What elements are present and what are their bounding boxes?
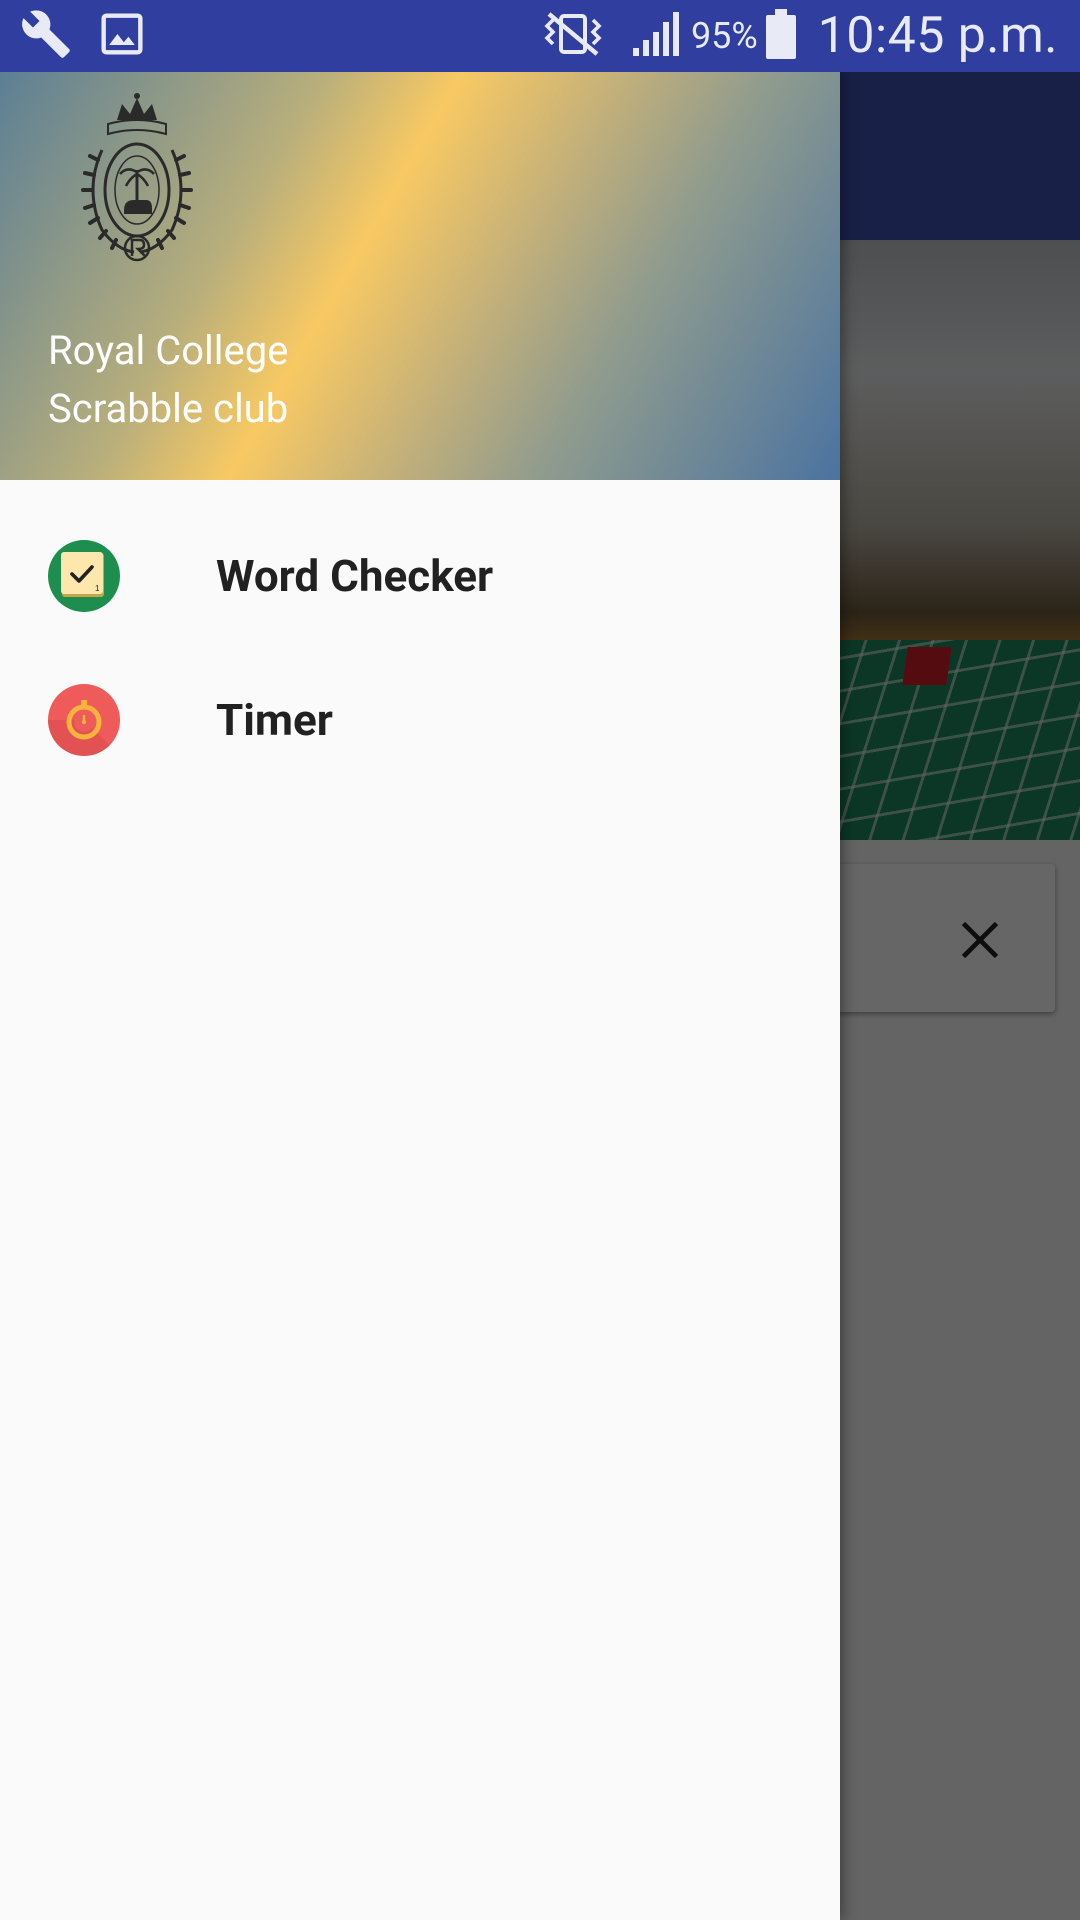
menu-item-label: Word Checker xyxy=(216,550,494,602)
wrench-icon xyxy=(20,8,72,64)
header-title-line2: Scrabble club xyxy=(48,385,289,432)
word-check-tile-icon: 1 xyxy=(48,540,120,612)
battery-icon xyxy=(765,9,796,63)
status-bar-system: 95% 10:45 p.m. xyxy=(537,0,1058,72)
royal-college-crest-logo xyxy=(72,90,202,270)
menu-item-timer[interactable]: Timer xyxy=(0,648,840,792)
drawer-header-title: Royal College Scrabble club xyxy=(48,322,288,438)
battery-percent: 95% xyxy=(690,15,758,57)
header-title-line1: Royal College xyxy=(48,327,289,374)
menu-item-label: Timer xyxy=(216,694,333,746)
stopwatch-icon xyxy=(48,684,120,756)
status-bar-notifications xyxy=(20,10,144,62)
svg-text:1: 1 xyxy=(95,584,100,593)
navigation-drawer: Royal College Scrabble club 1 Word Check… xyxy=(0,72,840,1920)
drawer-menu: 1 Word Checker Timer xyxy=(0,504,840,792)
drawer-header: Royal College Scrabble club xyxy=(0,72,840,480)
clock: 10:45 p.m. xyxy=(817,7,1058,65)
image-icon xyxy=(100,12,144,60)
vibrate-icon xyxy=(537,10,609,62)
menu-item-word-checker[interactable]: 1 Word Checker xyxy=(0,504,840,648)
signal-icon xyxy=(631,10,681,62)
status-bar: 95% 10:45 p.m. xyxy=(0,0,1080,72)
